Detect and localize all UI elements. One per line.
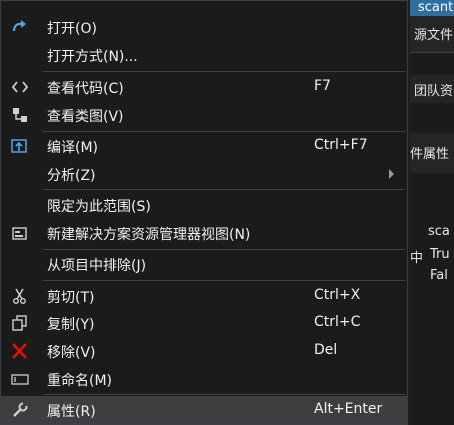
menu-shortcut: Ctrl+F7 bbox=[314, 137, 368, 153]
menu-label: 查看类图(V) bbox=[47, 109, 124, 125]
menu-item-copy[interactable]: 复制(Y) Ctrl+C bbox=[1, 309, 407, 337]
menu-label: 查看代码(C) bbox=[47, 81, 124, 97]
menu-shortcut: Del bbox=[314, 342, 338, 358]
redo-arrow-icon bbox=[11, 19, 29, 35]
menu-item-remove[interactable]: 移除(V) Del bbox=[1, 337, 407, 365]
menu-label: 打开方式(N)... bbox=[47, 49, 138, 65]
menu-label: 打开(O) bbox=[47, 21, 97, 37]
menu-item-open[interactable]: 打开(O) bbox=[1, 13, 407, 41]
menu-item-compile[interactable]: 编译(M) Ctrl+F7 bbox=[1, 132, 407, 160]
menu-shortcut: F7 bbox=[314, 78, 331, 94]
menu-label: 属性(R) bbox=[47, 404, 96, 420]
compile-icon bbox=[11, 138, 29, 154]
menu-item-exclude-from-project[interactable]: 从项目中排除(J) bbox=[1, 250, 407, 278]
menu-label: 复制(Y) bbox=[47, 317, 95, 333]
menu-label: 限定为此范围(S) bbox=[47, 199, 151, 215]
rename-icon bbox=[11, 371, 29, 387]
menu-shortcut: Ctrl+C bbox=[314, 314, 361, 330]
menu-label: 新建解决方案资源管理器视图(N) bbox=[47, 227, 251, 243]
code-brackets-icon bbox=[11, 79, 29, 95]
menu-separator bbox=[43, 280, 405, 281]
menu-item-analyze[interactable]: 分析(Z) bbox=[1, 160, 407, 188]
bg-gap bbox=[410, 103, 454, 133]
background-tab[interactable]: scant bbox=[410, 0, 454, 16]
menu-item-properties[interactable]: 属性(R) Alt+Enter bbox=[1, 396, 407, 424]
new-view-icon bbox=[11, 225, 29, 241]
menu-item-scope-to-this[interactable]: 限定为此范围(S) bbox=[1, 191, 407, 219]
menu-label: 编译(M) bbox=[47, 140, 99, 156]
class-diagram-icon bbox=[11, 107, 29, 123]
solution-panel-strip: 源文件 bbox=[410, 16, 454, 52]
scissors-icon bbox=[11, 288, 29, 304]
bg-gap bbox=[410, 53, 454, 75]
menu-label: 分析(Z) bbox=[47, 168, 96, 184]
menu-separator bbox=[43, 71, 405, 72]
menu-item-view-code[interactable]: 查看代码(C) F7 bbox=[1, 73, 407, 101]
menu-item-rename[interactable]: 重命名(M) bbox=[1, 365, 407, 393]
panel-fragment-1: 源文件 bbox=[414, 28, 454, 43]
menu-shortcut: Ctrl+X bbox=[314, 287, 361, 303]
panel-fragment-2: 团队资 bbox=[414, 84, 454, 99]
menu-shortcut: Alt+Enter bbox=[314, 401, 383, 417]
menu-separator bbox=[43, 189, 405, 190]
submenu-arrow-icon bbox=[389, 169, 394, 179]
grid-cell: Fal bbox=[430, 268, 448, 283]
menu-label: 剪切(T) bbox=[47, 290, 95, 306]
grid-cell: Tru bbox=[430, 247, 450, 262]
grid-cell: sca bbox=[428, 224, 450, 239]
menu-item-cut[interactable]: 剪切(T) Ctrl+X bbox=[1, 282, 407, 310]
menu-item-new-solution-explorer-view[interactable]: 新建解决方案资源管理器视图(N) bbox=[1, 219, 407, 247]
menu-label: 从项目中排除(J) bbox=[47, 258, 147, 274]
panel-fragment-3: 件属性 bbox=[410, 147, 450, 162]
properties-panel-strip: 件属性 bbox=[410, 133, 454, 173]
menu-label: 重命名(M) bbox=[47, 373, 113, 389]
copy-icon bbox=[11, 315, 29, 331]
menu-item-view-class-diagram[interactable]: 查看类图(V) bbox=[1, 101, 407, 129]
bg-properties-grid bbox=[410, 173, 454, 425]
tab-title: scant bbox=[418, 0, 454, 15]
team-panel-strip: 团队资 bbox=[410, 75, 454, 103]
wrench-icon bbox=[11, 402, 29, 418]
menu-label: 移除(V) bbox=[47, 345, 96, 361]
remove-x-icon bbox=[11, 343, 29, 359]
grid-cell: 中 bbox=[410, 251, 424, 266]
menu-item-open-with[interactable]: 打开方式(N)... bbox=[1, 41, 407, 69]
context-menu: 打开(O) 打开方式(N)... 查看代码(C) F7 查看类图(V) 编译(M… bbox=[0, 0, 408, 425]
menu-separator bbox=[43, 394, 405, 395]
